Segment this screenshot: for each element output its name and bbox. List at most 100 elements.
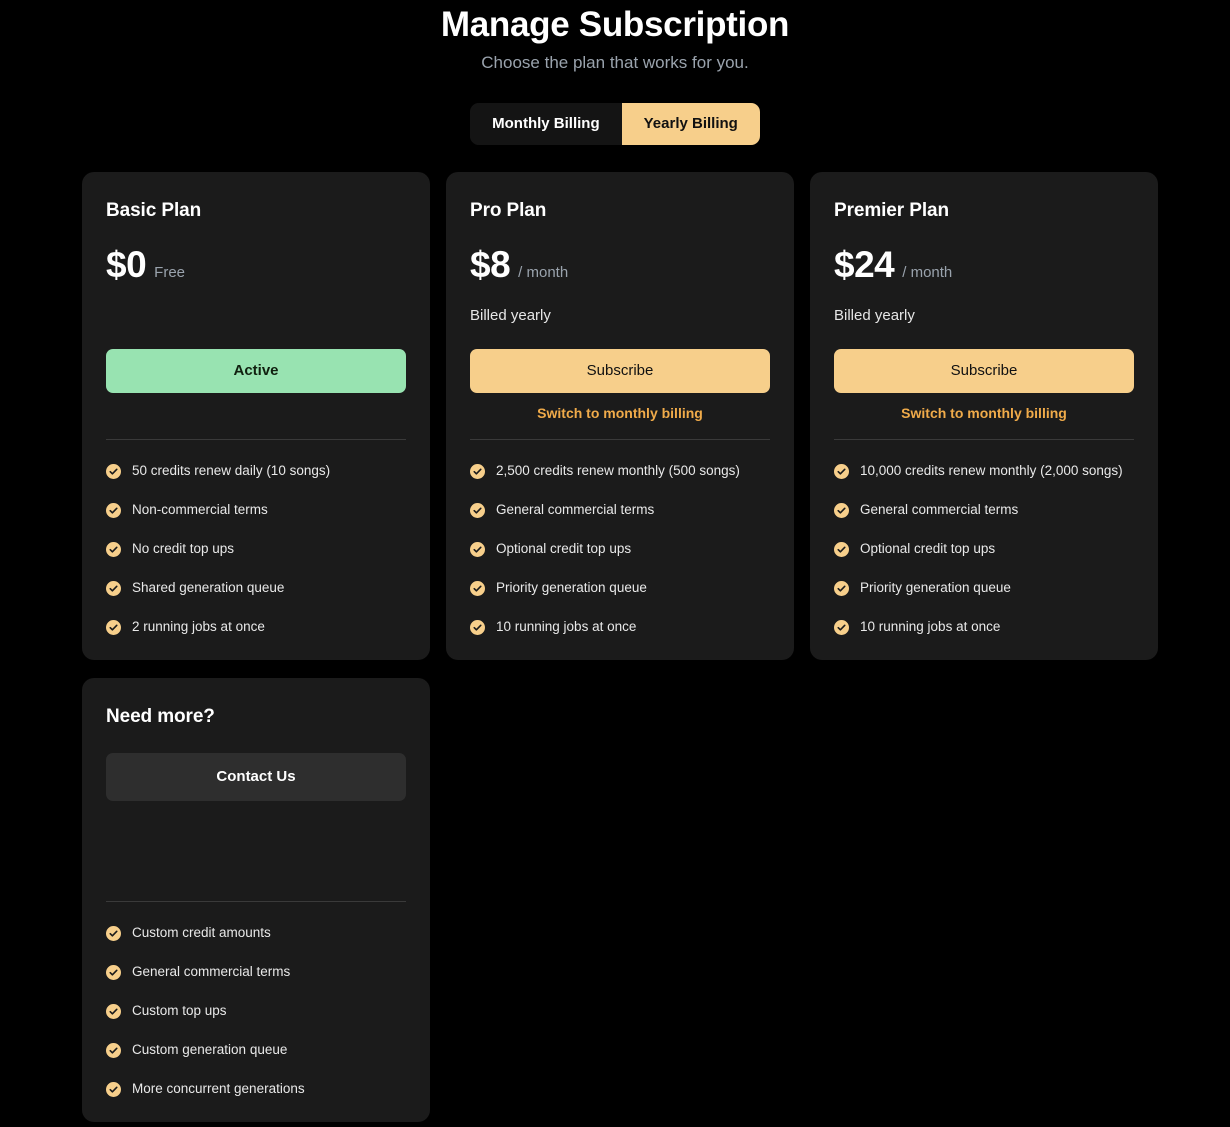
plan-cta-block: Subscribe Switch to monthly billing [470,349,770,423]
check-circle-icon [834,542,849,557]
plan-price: $0 [106,244,146,286]
feature-label: General commercial terms [132,963,290,981]
page-subtitle: Choose the plan that works for you. [0,51,1230,75]
plan-billed-note: Billed yearly [470,306,770,326]
list-item: Priority generation queue [470,579,770,597]
check-circle-icon [106,965,121,980]
feature-label: No credit top ups [132,540,234,558]
feature-label: 2 running jobs at once [132,618,265,636]
list-item: General commercial terms [834,501,1134,519]
plan-price: $24 [834,244,894,286]
feature-label: Shared generation queue [132,579,284,597]
plan-card-basic: Basic Plan $0 Free Active 50 credits ren… [82,172,430,660]
check-circle-icon [106,1004,121,1019]
plan-price-row: $8 / month [470,244,770,286]
list-item: Custom top ups [106,1002,406,1020]
feature-label: 10,000 credits renew monthly (2,000 song… [860,462,1123,480]
billing-toggle[interactable]: Monthly Billing Yearly Billing [470,103,760,145]
list-item: 2 running jobs at once [106,618,406,636]
check-circle-icon [470,620,485,635]
feature-label: 50 credits renew daily (10 songs) [132,462,330,480]
check-circle-icon [106,542,121,557]
check-circle-icon [834,503,849,518]
feature-label: Custom top ups [132,1002,227,1020]
plan-card-pro: Pro Plan $8 / month Billed yearly Subscr… [446,172,794,660]
list-item: 10,000 credits renew monthly (2,000 song… [834,462,1134,480]
list-item: 50 credits renew daily (10 songs) [106,462,406,480]
check-circle-icon [106,926,121,941]
check-circle-icon [470,503,485,518]
active-plan-button[interactable]: Active [106,349,406,393]
plan-feature-list: 10,000 credits renew monthly (2,000 song… [834,462,1134,636]
check-circle-icon [106,464,121,479]
list-item: Optional credit top ups [834,540,1134,558]
plan-price-row: $0 Free [106,244,406,286]
feature-label: Custom credit amounts [132,924,271,942]
card-divider [834,439,1134,440]
plan-name: Basic Plan [106,198,406,224]
check-circle-icon [106,1043,121,1058]
check-circle-icon [834,581,849,596]
check-circle-icon [106,581,121,596]
plan-price-period: / month [518,264,568,281]
feature-label: Non-commercial terms [132,501,268,519]
page-title: Manage Subscription [0,2,1230,48]
plan-price-period: Free [154,264,185,281]
plan-price: $8 [470,244,510,286]
billing-toggle-wrapper: Monthly Billing Yearly Billing [0,103,1230,145]
list-item: Optional credit top ups [470,540,770,558]
plan-feature-list: 2,500 credits renew monthly (500 songs) … [470,462,770,636]
feature-label: More concurrent generations [132,1080,305,1098]
check-circle-icon [470,464,485,479]
feature-label: 2,500 credits renew monthly (500 songs) [496,462,740,480]
card-spacer [106,423,406,439]
list-item: Custom generation queue [106,1041,406,1059]
plan-price-period: / month [902,264,952,281]
subscription-page: Manage Subscription Choose the plan that… [0,0,1230,1127]
list-item: 10 running jobs at once [470,618,770,636]
plan-cta-block: Subscribe Switch to monthly billing [834,349,1134,423]
monthly-billing-tab[interactable]: Monthly Billing [470,103,621,145]
list-item: 10 running jobs at once [834,618,1134,636]
switch-billing-link[interactable]: Switch to monthly billing [470,404,770,423]
plan-feature-list: 50 credits renew daily (10 songs) Non-co… [106,462,406,636]
list-item: Custom credit amounts [106,924,406,942]
card-spacer [106,801,406,901]
list-item: General commercial terms [106,963,406,981]
feature-label: Optional credit top ups [496,540,631,558]
feature-label: General commercial terms [860,501,1018,519]
check-circle-icon [106,1082,121,1097]
feature-label: Custom generation queue [132,1041,287,1059]
contact-card-title: Need more? [106,704,406,730]
switch-billing-link[interactable]: Switch to monthly billing [834,404,1134,423]
list-item: General commercial terms [470,501,770,519]
contact-feature-list: Custom credit amounts General commercial… [106,924,406,1098]
plan-billed-note: Billed yearly [834,306,1134,326]
check-circle-icon [470,542,485,557]
list-item: Shared generation queue [106,579,406,597]
feature-label: 10 running jobs at once [860,618,1000,636]
feature-label: Optional credit top ups [860,540,995,558]
yearly-billing-tab[interactable]: Yearly Billing [622,103,760,145]
contact-us-button[interactable]: Contact Us [106,753,406,801]
list-item: Non-commercial terms [106,501,406,519]
feature-label: Priority generation queue [496,579,647,597]
card-spacer [834,423,1134,439]
plan-price-row: $24 / month [834,244,1134,286]
subscribe-button[interactable]: Subscribe [470,349,770,393]
list-item: No credit top ups [106,540,406,558]
plan-cta-block: Active [106,349,406,423]
list-item: Priority generation queue [834,579,1134,597]
check-circle-icon [106,503,121,518]
contact-card: Need more? Contact Us Custom credit amou… [82,678,430,1122]
card-divider [470,439,770,440]
check-circle-icon [106,620,121,635]
list-item: More concurrent generations [106,1080,406,1098]
list-item: 2,500 credits renew monthly (500 songs) [470,462,770,480]
page-header: Manage Subscription Choose the plan that… [0,0,1230,75]
subscribe-button[interactable]: Subscribe [834,349,1134,393]
card-divider [106,901,406,902]
feature-label: 10 running jobs at once [496,618,636,636]
feature-label: Priority generation queue [860,579,1011,597]
plan-name: Pro Plan [470,198,770,224]
